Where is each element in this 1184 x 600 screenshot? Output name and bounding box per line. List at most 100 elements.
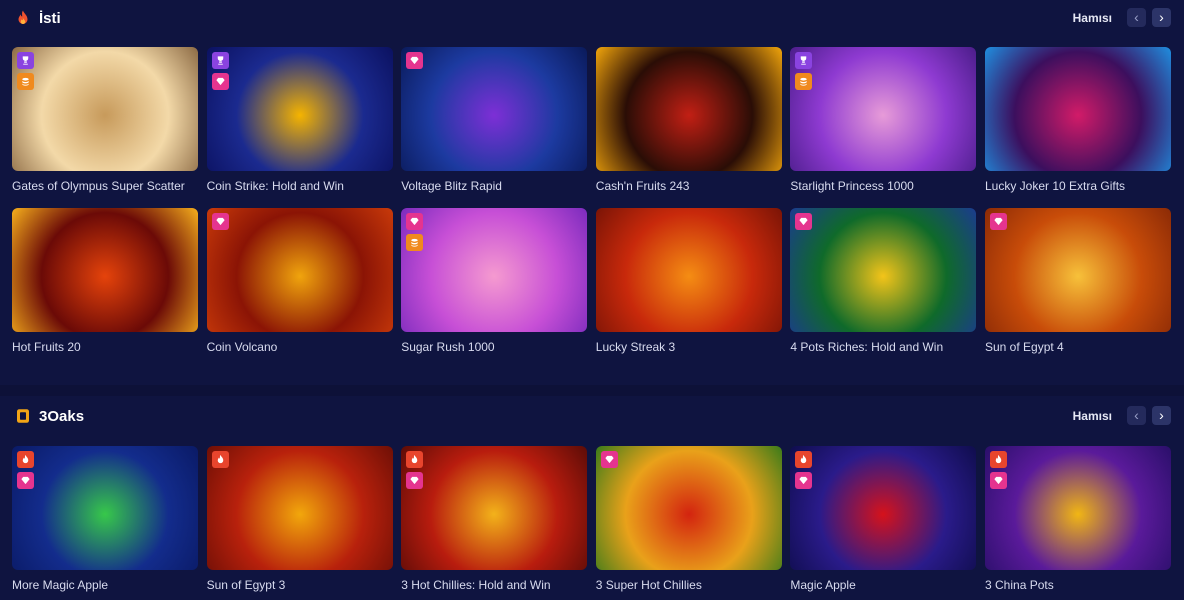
game-thumbnail[interactable] — [401, 446, 588, 570]
game-thumbnail[interactable] — [401, 47, 588, 171]
game-tile[interactable]: Starlight Princess 1000 — [790, 47, 977, 193]
game-title[interactable]: More Magic Apple — [12, 578, 198, 592]
game-artwork — [206, 446, 393, 570]
chevron-right-icon: › — [1159, 9, 1164, 25]
game-thumbnail[interactable] — [12, 208, 198, 332]
section-header: İsti Hamısı ‹ › — [0, 0, 1184, 38]
see-all-link[interactable]: Hamısı — [1073, 11, 1112, 25]
game-tile[interactable]: Hot Fruits 20 — [12, 208, 198, 354]
game-title[interactable]: Lucky Joker 10 Extra Gifts — [985, 179, 1171, 193]
game-artwork — [985, 47, 1171, 171]
game-thumbnail[interactable] — [985, 446, 1171, 570]
badge-group — [406, 213, 424, 255]
game-artwork — [12, 208, 198, 332]
badge-group — [795, 451, 813, 493]
game-title[interactable]: Hot Fruits 20 — [12, 340, 198, 354]
game-artwork — [206, 47, 393, 171]
game-tile[interactable]: Sun of Egypt 4 — [985, 208, 1171, 354]
diamond-badge-icon — [406, 213, 424, 230]
diamond-badge-icon — [211, 213, 229, 230]
game-title[interactable]: 3 Super Hot Chillies — [596, 578, 782, 592]
game-tile[interactable]: 3 Super Hot Chillies — [595, 446, 782, 592]
game-title[interactable]: 3 China Pots — [985, 578, 1171, 592]
game-tile[interactable]: Magic Apple — [790, 446, 977, 592]
game-thumbnail[interactable] — [12, 47, 198, 171]
flame-badge-icon — [795, 451, 813, 468]
game-title[interactable]: Coin Volcano — [207, 340, 393, 354]
game-tile[interactable]: Gates of Olympus Super Scatter — [12, 47, 198, 193]
game-title[interactable]: Starlight Princess 1000 — [790, 179, 976, 193]
flame-badge-icon — [990, 451, 1007, 468]
game-artwork — [790, 47, 977, 171]
game-title[interactable]: Cash'n Fruits 243 — [596, 179, 782, 193]
badge-group — [406, 451, 424, 493]
game-artwork — [595, 47, 782, 171]
game-thumbnail[interactable] — [595, 208, 782, 332]
game-thumbnail[interactable] — [401, 208, 588, 332]
prev-arrow-button[interactable]: ‹ — [1127, 406, 1146, 425]
flame-icon — [18, 10, 28, 24]
trophy-badge-icon — [17, 52, 34, 69]
diamond-badge-icon — [990, 213, 1007, 230]
game-artwork — [595, 446, 782, 570]
game-title[interactable]: Sun of Egypt 3 — [207, 578, 393, 592]
game-tile[interactable]: 3 China Pots — [985, 446, 1171, 592]
game-artwork — [12, 47, 198, 171]
coins-badge-icon — [17, 73, 34, 90]
game-tile[interactable]: Lucky Joker 10 Extra Gifts — [985, 47, 1171, 193]
3oaks-logo-icon — [17, 409, 29, 423]
game-artwork — [206, 208, 393, 332]
badge-group — [990, 451, 1007, 493]
game-title[interactable]: Magic Apple — [790, 578, 976, 592]
badge-group — [795, 52, 813, 94]
game-thumbnail[interactable] — [985, 208, 1171, 332]
game-title[interactable]: Lucky Streak 3 — [596, 340, 782, 354]
game-tile[interactable]: Coin Volcano — [206, 208, 393, 354]
game-tile[interactable]: 3 Hot Chillies: Hold and Win — [401, 446, 588, 592]
game-title[interactable]: Coin Strike: Hold and Win — [207, 179, 393, 193]
game-thumbnail[interactable] — [790, 446, 977, 570]
game-tile[interactable]: Coin Strike: Hold and Win — [206, 47, 393, 193]
game-title[interactable]: Voltage Blitz Rapid — [401, 179, 587, 193]
game-thumbnail[interactable] — [790, 208, 977, 332]
game-title[interactable]: 4 Pots Riches: Hold and Win — [790, 340, 976, 354]
hot-games-section: İsti Hamısı ‹ › Gates of Olympus Super S… — [0, 0, 1184, 385]
diamond-badge-icon — [990, 472, 1007, 489]
prev-arrow-button[interactable]: ‹ — [1127, 8, 1146, 27]
game-title[interactable]: Sun of Egypt 4 — [985, 340, 1171, 354]
game-tile[interactable]: Lucky Streak 3 — [595, 208, 782, 354]
game-artwork — [12, 446, 198, 570]
badge-group — [600, 451, 618, 472]
flame-badge-icon — [211, 451, 229, 468]
diamond-badge-icon — [211, 73, 229, 90]
diamond-badge-icon — [406, 52, 424, 69]
section-header: 3Oaks Hamısı ‹ › — [0, 398, 1184, 436]
badge-group — [17, 52, 34, 94]
game-tile[interactable]: Sun of Egypt 3 — [206, 446, 393, 592]
game-tile[interactable]: Sugar Rush 1000 — [401, 208, 588, 354]
game-thumbnail[interactable] — [595, 47, 782, 171]
game-artwork — [790, 208, 977, 332]
game-tile[interactable]: 4 Pots Riches: Hold and Win — [790, 208, 977, 354]
game-tile[interactable]: Cash'n Fruits 243 — [595, 47, 782, 193]
game-artwork — [401, 47, 588, 171]
game-tile[interactable]: More Magic Apple — [12, 446, 198, 592]
game-title[interactable]: Gates of Olympus Super Scatter — [12, 179, 198, 193]
game-thumbnail[interactable] — [790, 47, 977, 171]
next-arrow-button[interactable]: › — [1152, 8, 1171, 27]
game-title[interactable]: Sugar Rush 1000 — [401, 340, 587, 354]
see-all-link[interactable]: Hamısı — [1073, 409, 1112, 423]
game-thumbnail[interactable] — [206, 208, 393, 332]
game-tile[interactable]: Voltage Blitz Rapid — [401, 47, 588, 193]
game-thumbnail[interactable] — [206, 446, 393, 570]
game-artwork — [401, 446, 588, 570]
game-artwork — [985, 446, 1171, 570]
game-thumbnail[interactable] — [206, 47, 393, 171]
chevron-left-icon: ‹ — [1134, 9, 1139, 25]
game-thumbnail[interactable] — [595, 446, 782, 570]
game-title[interactable]: 3 Hot Chillies: Hold and Win — [401, 578, 587, 592]
chevron-left-icon: ‹ — [1134, 407, 1139, 423]
game-thumbnail[interactable] — [12, 446, 198, 570]
next-arrow-button[interactable]: › — [1152, 406, 1171, 425]
game-thumbnail[interactable] — [985, 47, 1171, 171]
